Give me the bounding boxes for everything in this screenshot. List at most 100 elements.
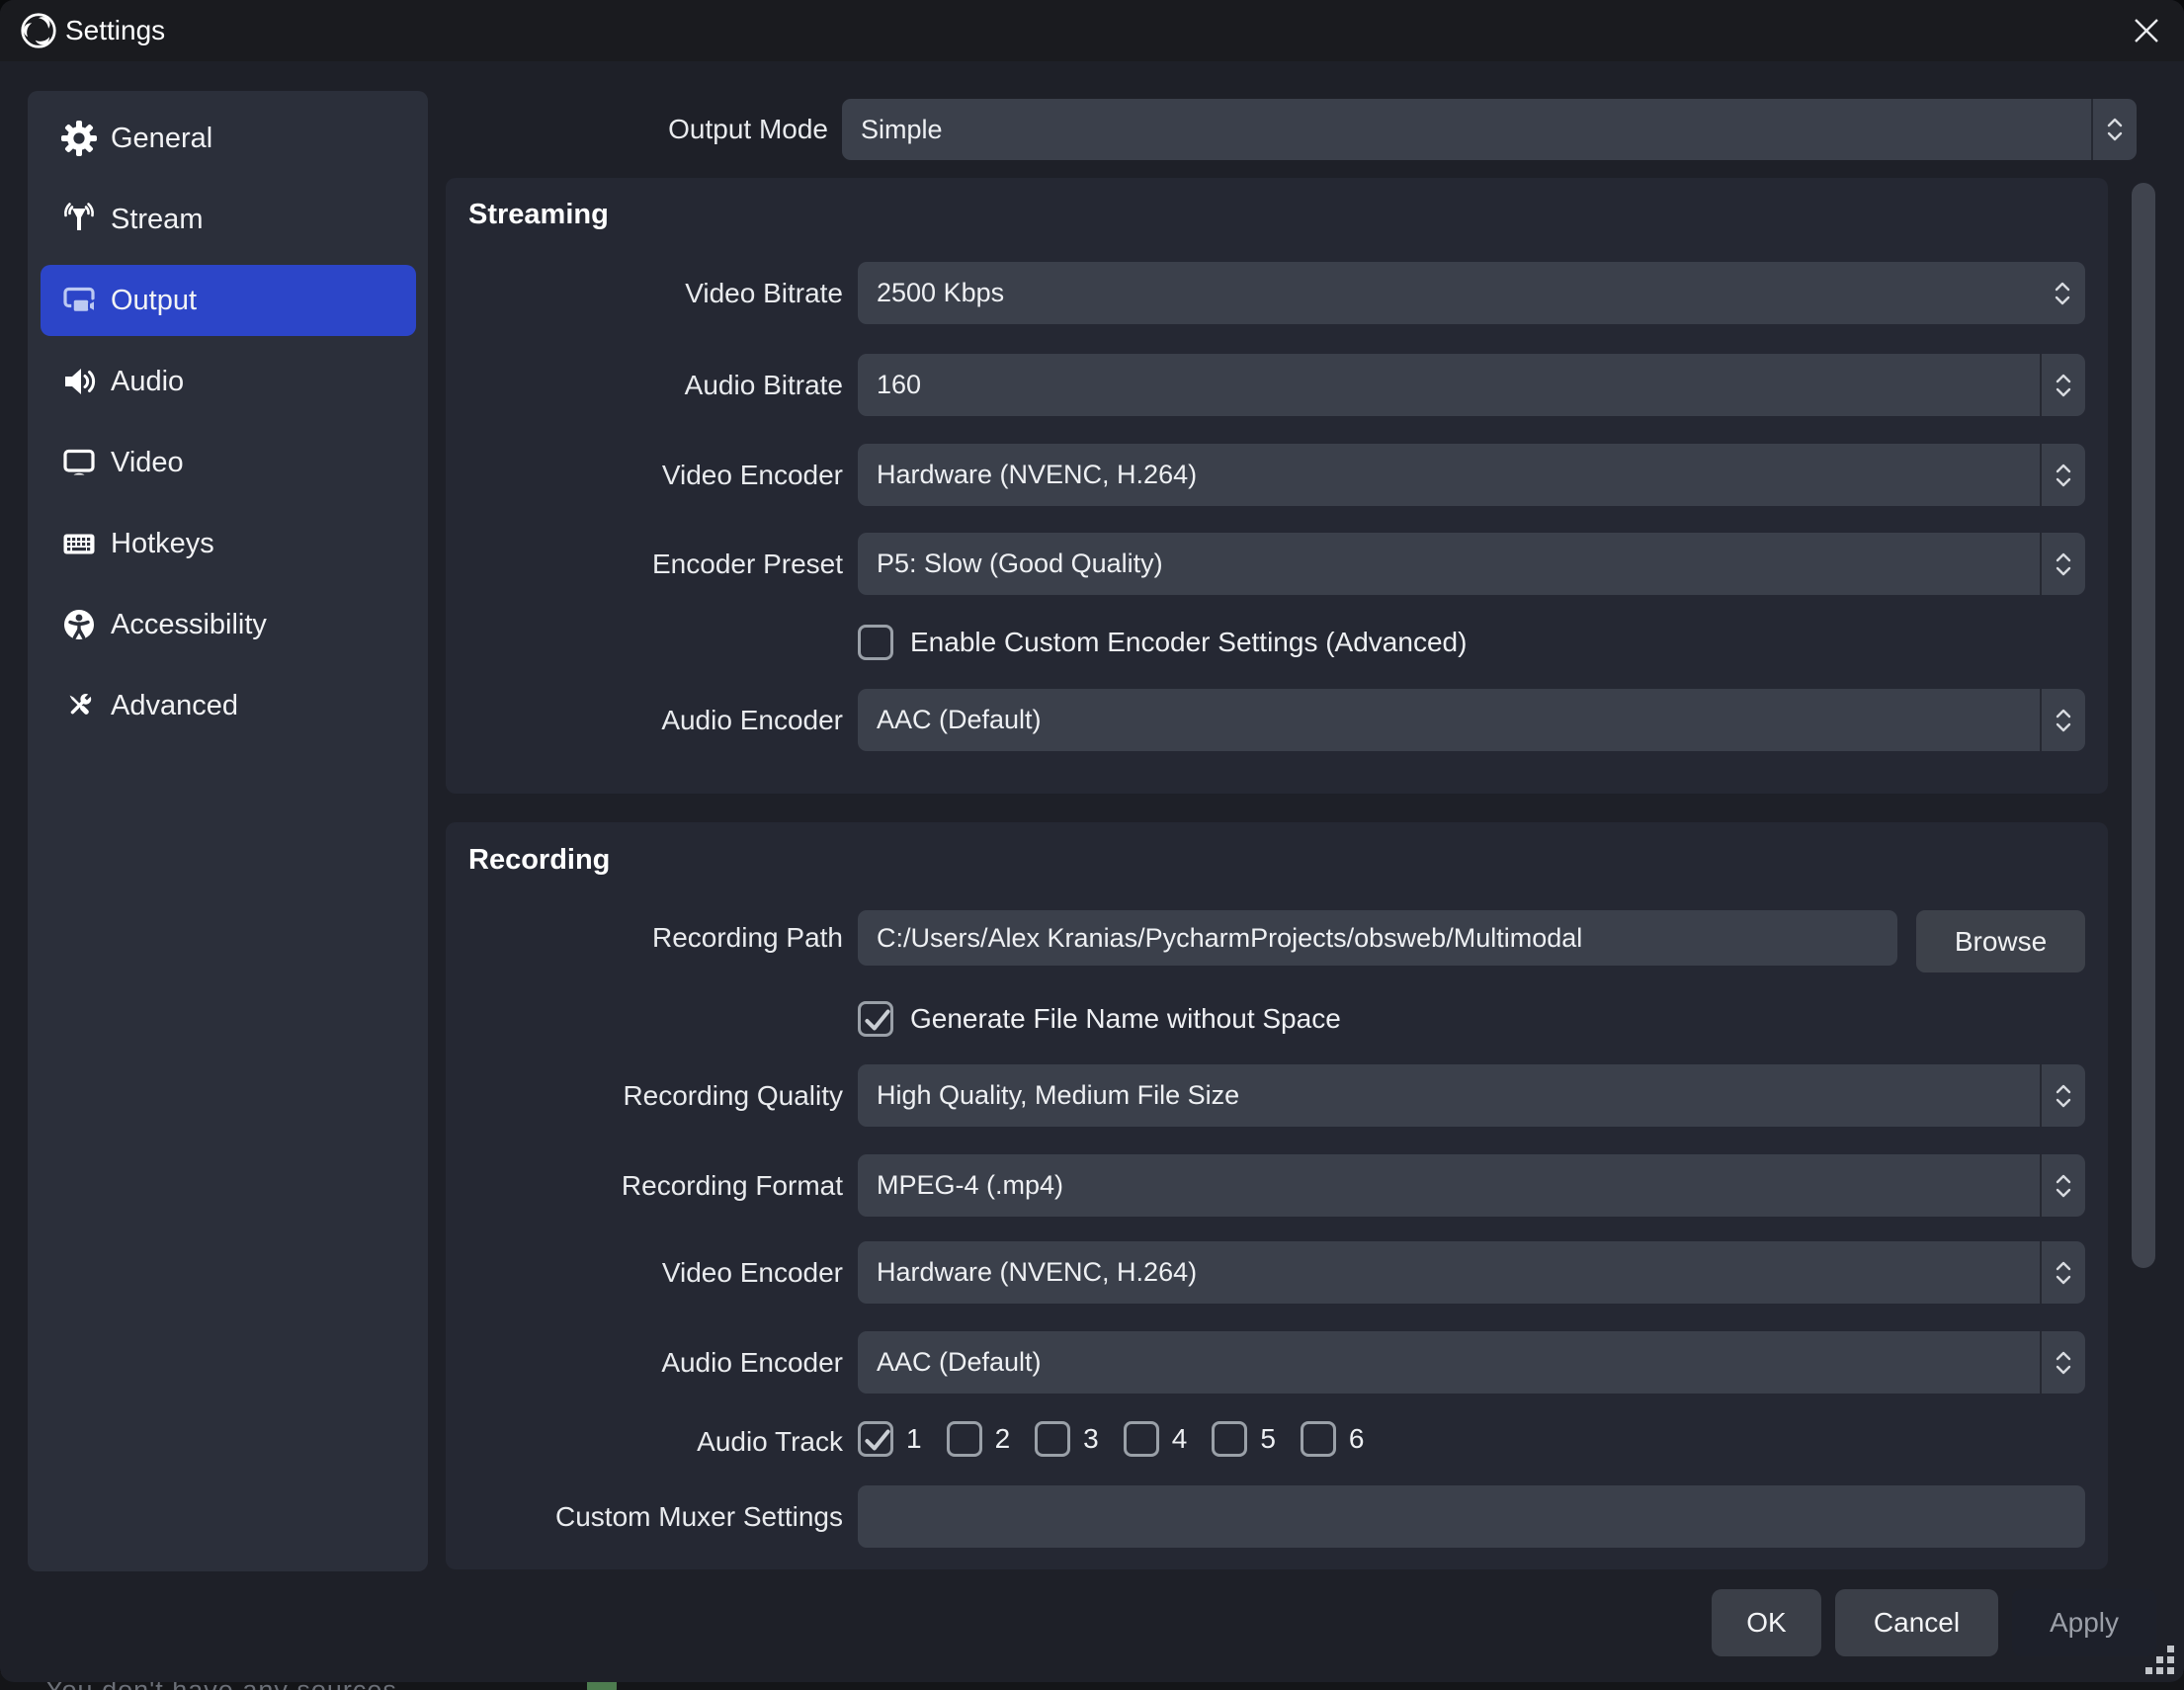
browse-button-label: Browse (1955, 926, 2047, 958)
chevron-up-down-icon[interactable] (2040, 354, 2085, 416)
audio-track-2-number: 2 (995, 1423, 1011, 1455)
chevron-up-down-icon[interactable] (2040, 1064, 2085, 1127)
encoder-preset-value: P5: Slow (Good Quality) (877, 533, 2026, 595)
chevron-up-down-icon[interactable] (2091, 99, 2137, 160)
gear-icon (60, 120, 98, 157)
recording-audio-encoder-select[interactable]: AAC (Default) (858, 1331, 2085, 1394)
recording-path-label: Recording Path (446, 910, 843, 966)
stream-video-encoder-label: Video Encoder (446, 444, 843, 506)
audio-track-2: 2 (947, 1421, 1011, 1457)
recording-quality-value: High Quality, Medium File Size (877, 1064, 2026, 1127)
sidebar-item-output[interactable]: Output (41, 265, 416, 336)
settings-dialog: Settings (0, 0, 2184, 1682)
audio-track-1-checkbox[interactable] (858, 1421, 893, 1457)
custom-muxer-input[interactable] (858, 1485, 2085, 1548)
cancel-button[interactable]: Cancel (1835, 1589, 1998, 1656)
chevron-up-down-icon[interactable] (2040, 262, 2085, 324)
streaming-panel: Streaming Video Bitrate 2500 Kbps Audio … (446, 178, 2108, 794)
obs-logo-icon (20, 12, 57, 49)
footer-buttons: OK Cancel Apply (1712, 1589, 2156, 1656)
sidebar-item-advanced[interactable]: Advanced (41, 670, 416, 741)
audio-track-row: 1 2 3 4 5 (858, 1421, 1388, 1457)
encoder-preset-select[interactable]: P5: Slow (Good Quality) (858, 533, 2085, 595)
ok-button[interactable]: OK (1712, 1589, 1821, 1656)
video-bitrate-value: 2500 Kbps (877, 262, 2026, 324)
sidebar-item-audio[interactable]: Audio (41, 346, 416, 417)
audio-track-label: Audio Track (446, 1422, 843, 1462)
audio-track-6-checkbox[interactable] (1301, 1421, 1336, 1457)
browse-button[interactable]: Browse (1916, 910, 2085, 972)
tools-icon (60, 687, 98, 724)
recording-video-encoder-value: Hardware (NVENC, H.264) (877, 1241, 2026, 1304)
sidebar-item-label: Advanced (111, 690, 238, 722)
chevron-up-down-icon[interactable] (2040, 1154, 2085, 1217)
custom-encoder-settings-checkbox[interactable] (858, 625, 893, 660)
recording-section-title: Recording (468, 844, 610, 877)
audio-track-5-checkbox[interactable] (1212, 1421, 1247, 1457)
vertical-scrollbar-thumb[interactable] (2132, 183, 2155, 1268)
audio-track-1-number: 1 (906, 1423, 922, 1455)
audio-bitrate-label: Audio Bitrate (446, 354, 843, 416)
stream-audio-encoder-label: Audio Encoder (446, 689, 843, 751)
audio-track-3-checkbox[interactable] (1035, 1421, 1070, 1457)
audio-track-1: 1 (858, 1421, 922, 1457)
encoder-preset-label: Encoder Preset (446, 533, 843, 595)
main-area: General Stream (0, 61, 2184, 1682)
checkmark-icon (860, 1422, 895, 1458)
output-mode-select[interactable]: Simple (842, 99, 2137, 160)
custom-encoder-settings-row: Enable Custom Encoder Settings (Advanced… (858, 625, 1467, 660)
stream-video-encoder-value: Hardware (NVENC, H.264) (877, 444, 2026, 506)
sidebar-item-general[interactable]: General (41, 103, 416, 174)
close-button[interactable] (2127, 14, 2166, 47)
sidebar-item-label: Accessibility (111, 609, 267, 641)
chevron-up-down-icon[interactable] (2040, 1331, 2085, 1394)
audio-track-3: 3 (1035, 1421, 1099, 1457)
custom-muxer-label: Custom Muxer Settings (446, 1485, 843, 1548)
sidebar-item-label: Video (111, 447, 184, 479)
recording-video-encoder-select[interactable]: Hardware (NVENC, H.264) (858, 1241, 2085, 1304)
apply-button[interactable]: Apply (2012, 1589, 2156, 1656)
chevron-up-down-icon[interactable] (2040, 689, 2085, 751)
screen-record-icon (60, 282, 98, 319)
audio-bitrate-value: 160 (877, 354, 2026, 416)
checkmark-icon (860, 1002, 895, 1038)
sidebar-item-label: General (111, 123, 212, 155)
recording-panel: Recording Recording Path C:/Users/Alex K… (446, 822, 2108, 1569)
sidebar-item-video[interactable]: Video (41, 427, 416, 498)
audio-track-5-number: 5 (1260, 1423, 1276, 1455)
chevron-up-down-icon[interactable] (2040, 1241, 2085, 1304)
generate-filename-checkbox[interactable] (858, 1001, 893, 1037)
recording-quality-select[interactable]: High Quality, Medium File Size (858, 1064, 2085, 1127)
speaker-icon (60, 363, 98, 400)
sidebar-item-stream[interactable]: Stream (41, 184, 416, 255)
sidebar-item-hotkeys[interactable]: Hotkeys (41, 508, 416, 579)
audio-bitrate-select[interactable]: 160 (858, 354, 2085, 416)
audio-track-4-checkbox[interactable] (1124, 1421, 1159, 1457)
sidebar-item-accessibility[interactable]: Accessibility (41, 589, 416, 660)
generate-filename-row: Generate File Name without Space (858, 1001, 1341, 1037)
stream-video-encoder-select[interactable]: Hardware (NVENC, H.264) (858, 444, 2085, 506)
stream-audio-encoder-select[interactable]: AAC (Default) (858, 689, 2085, 751)
stream-audio-encoder-value: AAC (Default) (877, 689, 2026, 751)
recording-path-value: C:/Users/Alex Kranias/PycharmProjects/ob… (877, 910, 1879, 966)
sidebar-item-label: Audio (111, 366, 184, 398)
recording-audio-encoder-label: Audio Encoder (446, 1331, 843, 1394)
custom-muxer-value (877, 1485, 2066, 1548)
streaming-section-title: Streaming (468, 199, 609, 231)
audio-track-4-number: 4 (1172, 1423, 1188, 1455)
accessibility-icon (60, 606, 98, 643)
video-bitrate-spinbox[interactable]: 2500 Kbps (858, 262, 2085, 324)
chevron-up-down-icon[interactable] (2040, 533, 2085, 595)
sidebar-item-label: Stream (111, 204, 203, 236)
recording-format-value: MPEG-4 (.mp4) (877, 1154, 2026, 1217)
recording-video-encoder-label: Video Encoder (446, 1241, 843, 1304)
recording-path-input[interactable]: C:/Users/Alex Kranias/PycharmProjects/ob… (858, 910, 1897, 966)
audio-track-6-number: 6 (1349, 1423, 1365, 1455)
chevron-up-down-icon[interactable] (2040, 444, 2085, 506)
resize-grip-icon[interactable] (2141, 1641, 2176, 1676)
audio-track-2-checkbox[interactable] (947, 1421, 982, 1457)
recording-format-select[interactable]: MPEG-4 (.mp4) (858, 1154, 2085, 1217)
audio-track-5: 5 (1212, 1421, 1276, 1457)
recording-quality-label: Recording Quality (446, 1064, 843, 1127)
sidebar-item-label: Output (111, 285, 197, 317)
